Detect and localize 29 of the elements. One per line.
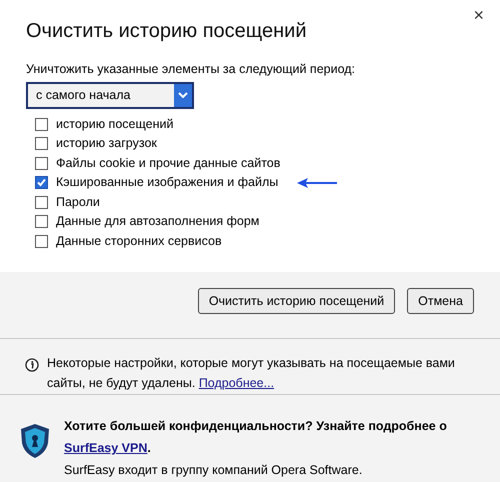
close-button[interactable]: × xyxy=(473,6,484,24)
checkbox[interactable] xyxy=(35,176,48,189)
checkbox[interactable] xyxy=(35,196,48,208)
checkbox[interactable] xyxy=(35,118,48,130)
option-label: Данные для автозаполнения форм xyxy=(56,213,260,230)
checkbox[interactable] xyxy=(35,156,48,170)
checkbox[interactable] xyxy=(35,215,48,228)
clear-history-button[interactable]: Очистить историю посещений xyxy=(198,288,396,314)
promo-note: SurfEasy входит в группу компаний Opera Software. xyxy=(64,462,364,479)
option-label: Файлы cookie и прочие данные сайтов xyxy=(56,154,280,172)
option-label: Пароли xyxy=(56,194,100,211)
period-dropdown[interactable]: с самого начала xyxy=(26,82,194,109)
option-label: Данные сторонних сервисов xyxy=(56,232,222,250)
option-label: историю загрузок xyxy=(56,135,157,152)
period-label: Уничтожить указанные элементы за следующий период: xyxy=(26,61,356,78)
option-label: историю посещений xyxy=(56,116,174,133)
dropdown-value: с самого начала xyxy=(35,86,132,104)
promo-heading: Хотите большей конфиденциальности? Узнайте подробнее о SurfEasy VPN. xyxy=(64,418,448,457)
option-label: Кэшированные изображения и файлы xyxy=(56,174,278,192)
vpn-link[interactable]: SurfEasy VPN xyxy=(64,441,148,455)
shield-icon xyxy=(20,423,50,459)
info-icon xyxy=(25,358,39,372)
checkbox[interactable] xyxy=(35,137,48,150)
dialog-title: Очистить историю посещений xyxy=(26,19,308,44)
chevron-icon xyxy=(174,84,192,107)
notice-text: Некоторые настройки, которые могут указывать на посещаемые вами сайты, не будут удалены. Подробнее... xyxy=(47,355,456,392)
cancel-button[interactable]: Отмена xyxy=(407,288,474,314)
checkbox[interactable] xyxy=(35,234,48,248)
more-link[interactable]: Подробнее... xyxy=(198,376,274,390)
